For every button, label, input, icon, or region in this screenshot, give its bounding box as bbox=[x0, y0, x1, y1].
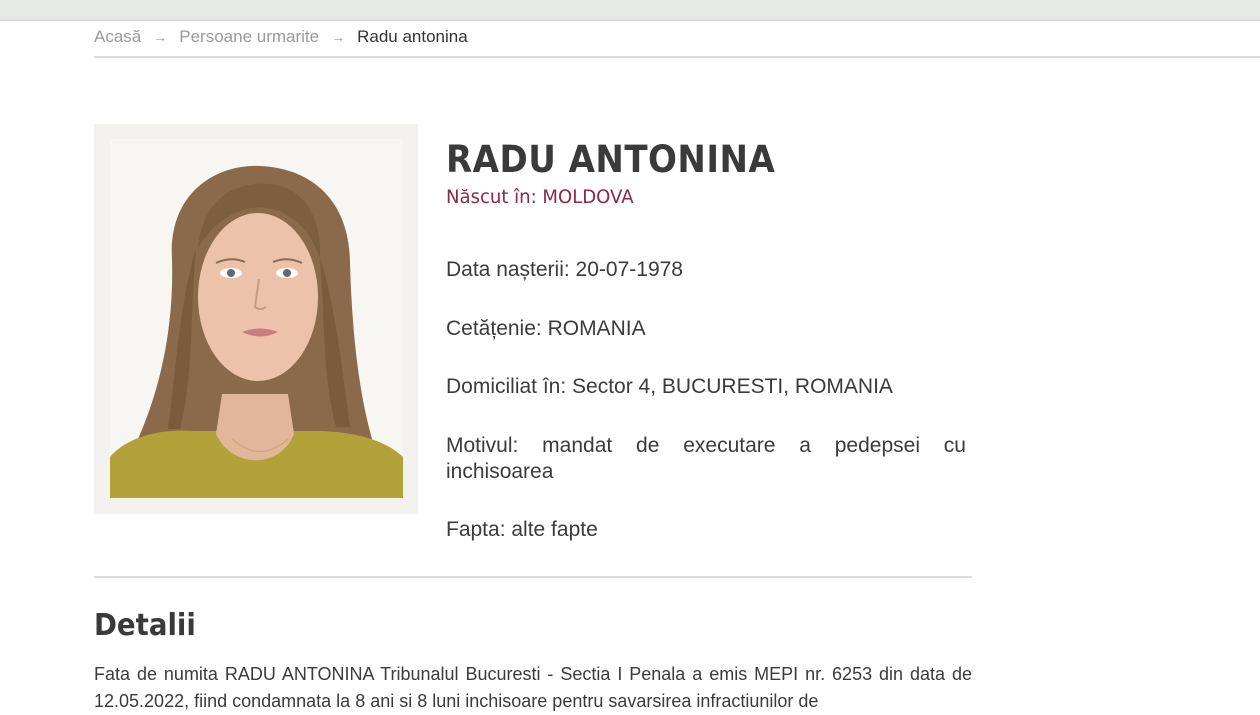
browser-top-bar bbox=[0, 0, 1260, 21]
details-text: Fata de numita RADU ANTONINA Tribunalul … bbox=[94, 664, 972, 711]
offense: Fapta: alte fapte bbox=[446, 518, 598, 541]
birthplace: Născut în: MOLDOVA bbox=[446, 186, 634, 208]
breadcrumb-arrow-icon: → bbox=[153, 29, 168, 45]
breadcrumb-section-link[interactable]: Persoane urmarite bbox=[179, 27, 319, 47]
details-heading: Detalii bbox=[94, 608, 196, 643]
person-photo bbox=[110, 139, 403, 498]
domicile: Domiciliat în: Sector 4, BUCURESTI, ROMA… bbox=[446, 375, 893, 398]
person-photo-frame bbox=[94, 124, 418, 514]
breadcrumb-current: Radu antonina bbox=[357, 27, 468, 46]
header-divider bbox=[94, 56, 1260, 58]
breadcrumb-home-link[interactable]: Acasă bbox=[94, 27, 141, 47]
breadcrumb: Acasă → Persoane urmarite → Radu antonin… bbox=[94, 27, 468, 47]
citizenship: Cetățenie: ROMANIA bbox=[446, 317, 646, 340]
section-divider bbox=[94, 576, 972, 578]
birth-date: Data nașterii: 20-07-1978 bbox=[446, 258, 683, 281]
breadcrumb-arrow-icon: → bbox=[331, 29, 346, 45]
warrant-reason: Motivul: mandat de executare a pedepsei … bbox=[446, 434, 966, 483]
person-name: RADU ANTONINA bbox=[446, 138, 776, 181]
